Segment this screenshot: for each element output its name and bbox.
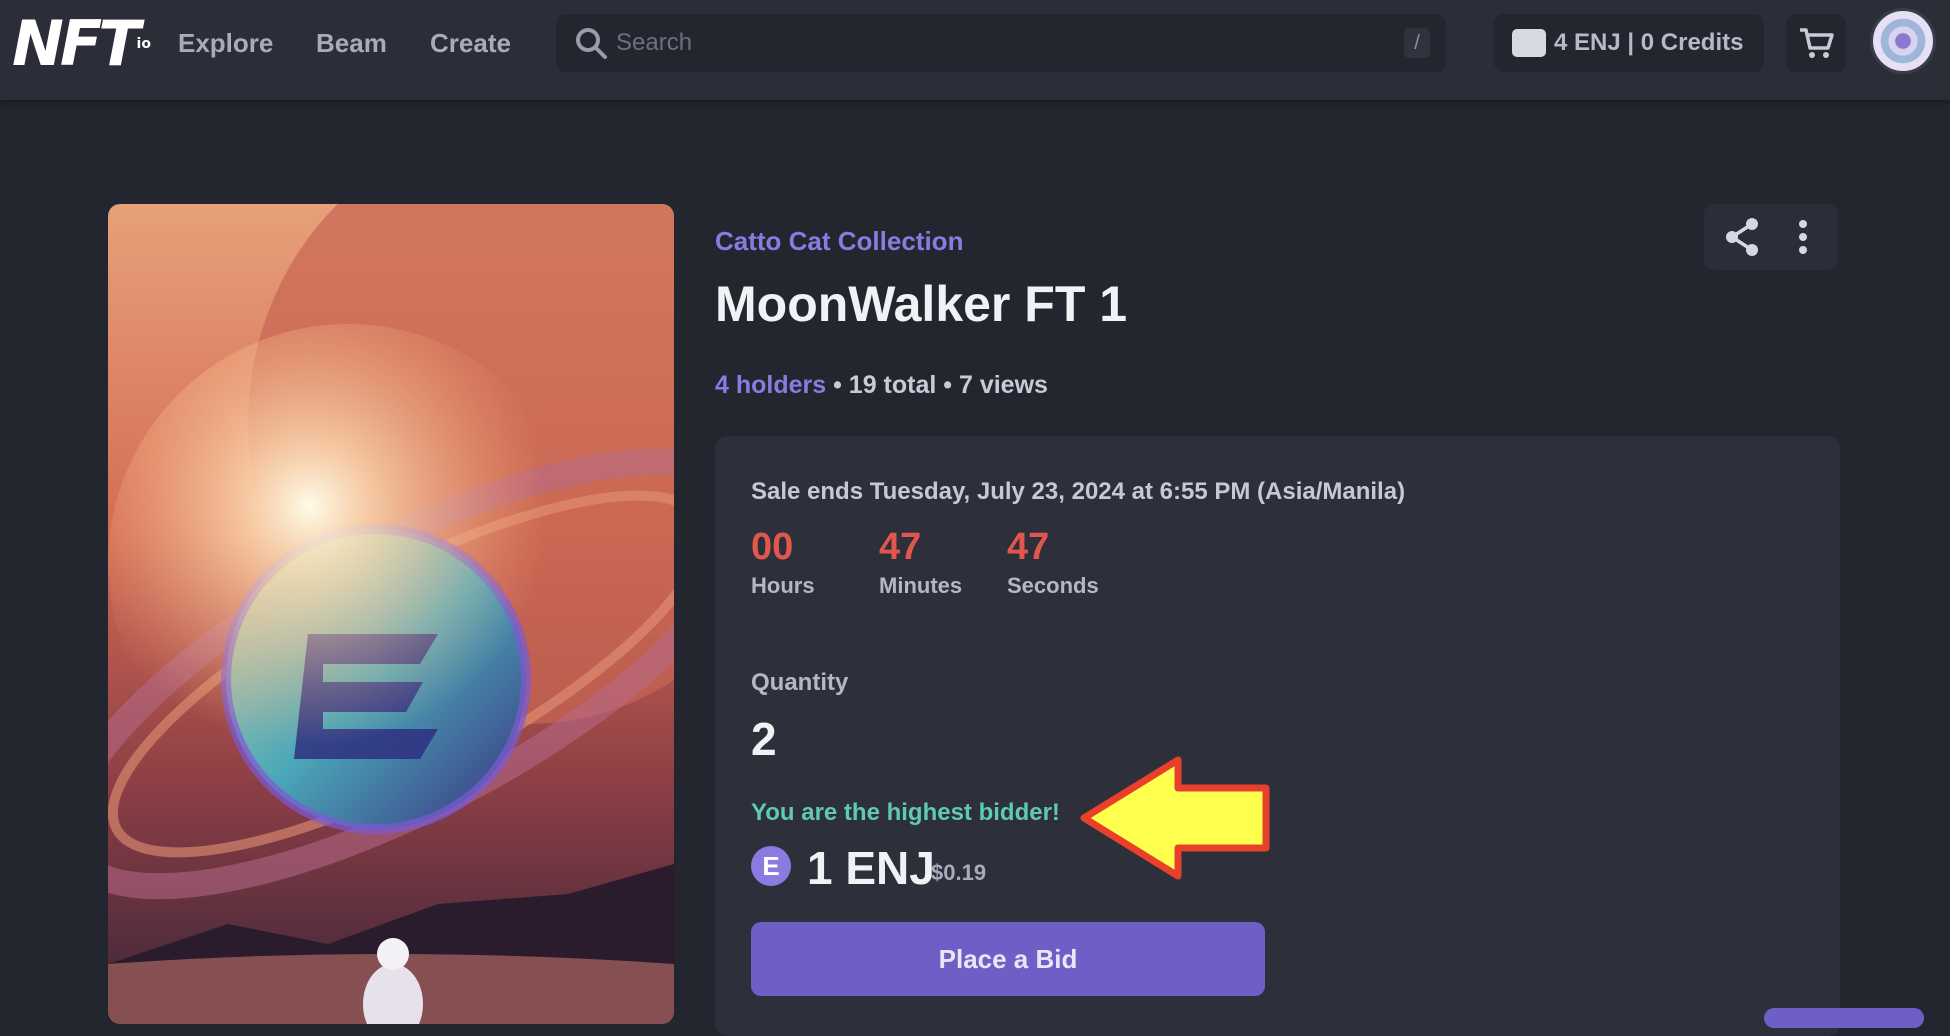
arrow-callout bbox=[1080, 756, 1270, 880]
search-bar[interactable]: / bbox=[556, 14, 1446, 72]
enj-token-icon: E bbox=[751, 846, 791, 886]
more-vertical-icon bbox=[1799, 220, 1807, 254]
countdown-seconds-label: Seconds bbox=[1007, 573, 1099, 598]
nav-beam[interactable]: Beam bbox=[316, 28, 387, 58]
countdown-minutes-value: 47 bbox=[879, 526, 922, 568]
countdown-seconds-value: 47 bbox=[1007, 526, 1050, 568]
price-usd: $0.19 bbox=[931, 860, 987, 885]
countdown-hours-value: 00 bbox=[751, 526, 794, 568]
cart-icon bbox=[1800, 28, 1834, 58]
share-icon bbox=[1726, 218, 1758, 256]
item-actions bbox=[1704, 204, 1838, 270]
top-navigation-bar: NFTio Explore Beam Create / 4 ENJ | 0 Cr… bbox=[0, 0, 1950, 100]
wallet-balance-label: 4 ENJ | 0 Credits bbox=[1554, 29, 1744, 56]
place-bid-button[interactable]: Place a Bid bbox=[751, 922, 1265, 996]
wallet-balance-button[interactable]: 4 ENJ | 0 Credits bbox=[1494, 14, 1764, 72]
more-options-button[interactable] bbox=[1782, 214, 1824, 260]
quantity-value: 2 bbox=[751, 713, 777, 765]
search-input[interactable] bbox=[616, 22, 1376, 64]
item-stats-text: • 19 total • 7 views bbox=[826, 371, 1048, 399]
nft-artwork-image bbox=[108, 204, 674, 1024]
sale-panel: Sale ends Tuesday, July 23, 2024 at 6:55… bbox=[715, 436, 1840, 1036]
nav-create[interactable]: Create bbox=[430, 28, 511, 58]
floating-chip[interactable] bbox=[1764, 1008, 1924, 1028]
price-enj: 1 ENJ bbox=[807, 842, 935, 894]
item-title: MoonWalker FT 1 bbox=[715, 276, 1128, 332]
holders-link[interactable]: 4 holders bbox=[715, 371, 826, 399]
share-button[interactable] bbox=[1718, 214, 1766, 260]
item-stats: 4 holders • 19 total • 7 views bbox=[715, 368, 1048, 402]
collection-link[interactable]: Catto Cat Collection bbox=[715, 224, 963, 258]
search-icon bbox=[576, 28, 607, 59]
countdown-minutes-label: Minutes bbox=[879, 573, 963, 598]
search-shortcut-key: / bbox=[1404, 28, 1430, 58]
site-logo[interactable]: NFTio bbox=[12, 12, 152, 76]
sale-end-text: Sale ends Tuesday, July 23, 2024 at 6:55… bbox=[751, 478, 1406, 505]
nav-explore[interactable]: Explore bbox=[178, 28, 273, 58]
quantity-label: Quantity bbox=[751, 669, 849, 696]
wallet-icon bbox=[1512, 29, 1546, 57]
cart-button[interactable] bbox=[1786, 14, 1846, 72]
highest-bidder-message: You are the highest bidder! bbox=[751, 799, 1060, 826]
user-avatar[interactable] bbox=[1870, 8, 1936, 74]
countdown-hours-label: Hours bbox=[751, 573, 815, 598]
